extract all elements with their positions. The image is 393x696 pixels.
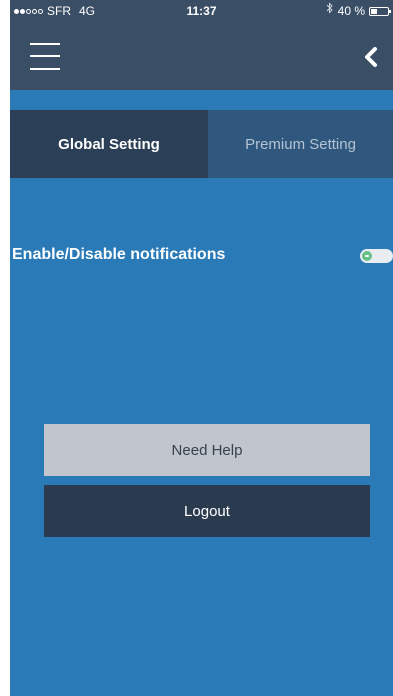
app-screen: SFR 4G 11:37 40 % Global Setting Premium… xyxy=(10,0,393,696)
status-bar: SFR 4G 11:37 40 % xyxy=(10,0,393,22)
notifications-row: Enable/Disable notifications xyxy=(10,244,393,270)
menu-line xyxy=(30,55,60,57)
battery-icon xyxy=(369,6,391,16)
logout-button[interactable]: Logout xyxy=(44,485,370,537)
notifications-label: Enable/Disable notifications xyxy=(12,246,226,263)
battery-level xyxy=(371,8,377,14)
toggle-knob xyxy=(362,251,372,261)
tab-premium-setting[interactable]: Premium Setting xyxy=(208,110,393,178)
menu-line xyxy=(30,68,60,70)
chevron-left-icon[interactable] xyxy=(359,44,383,70)
hamburger-menu-icon[interactable] xyxy=(30,42,60,72)
status-right: 40 % xyxy=(326,0,391,22)
battery-percentage: 40 % xyxy=(337,4,365,18)
notifications-toggle[interactable] xyxy=(360,249,393,263)
app-header xyxy=(10,22,393,90)
need-help-button[interactable]: Need Help xyxy=(44,424,370,476)
tab-global-setting[interactable]: Global Setting xyxy=(10,110,208,178)
menu-line xyxy=(30,43,60,45)
bluetooth-icon xyxy=(326,0,334,22)
settings-tabs: Global Setting Premium Setting xyxy=(10,110,393,178)
